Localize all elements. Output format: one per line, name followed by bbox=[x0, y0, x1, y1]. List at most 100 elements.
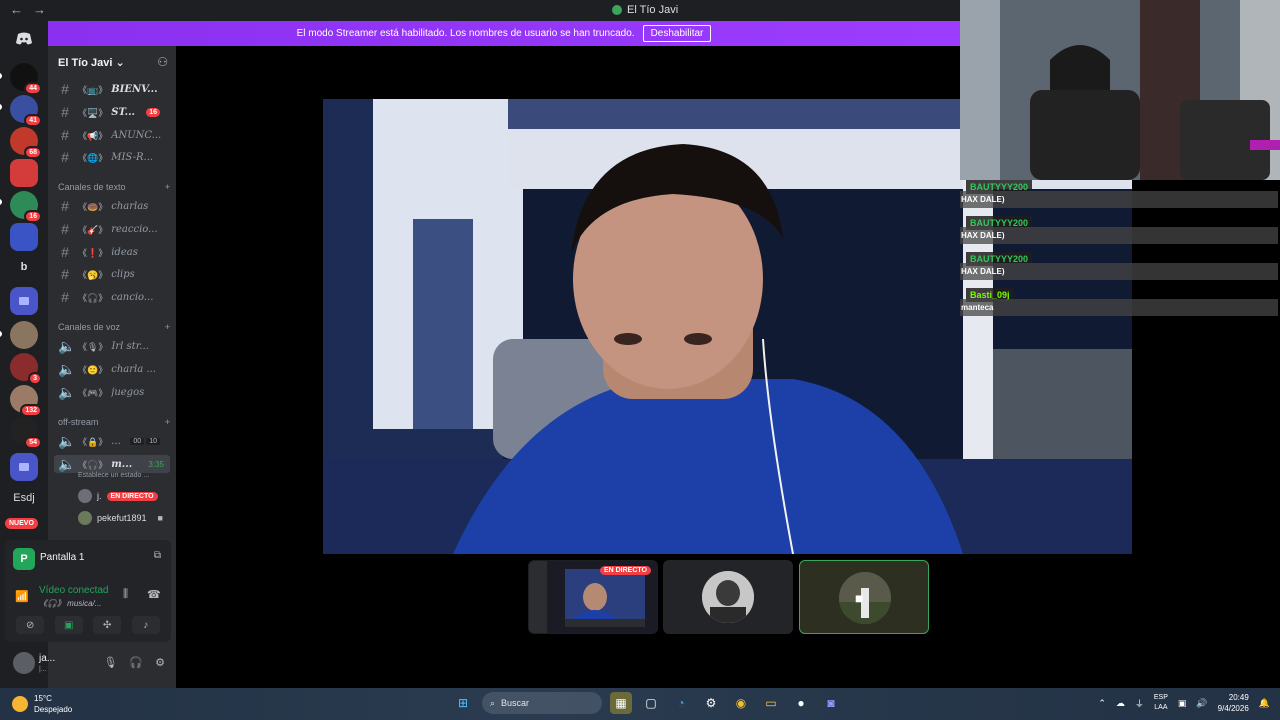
hash-icon: # bbox=[61, 198, 69, 214]
user-count: 00 bbox=[130, 437, 145, 445]
channel-emoji: 《📺》 bbox=[78, 84, 108, 95]
avatar bbox=[78, 489, 92, 503]
invite-people-icon[interactable]: ⚇ bbox=[157, 55, 168, 69]
channel-status[interactable]: Establece un estado ... bbox=[78, 472, 149, 479]
noise-suppression-icon[interactable]: ⫼ bbox=[123, 588, 128, 601]
voice-channel-item[interactable]: 🔈 《🔒》... 00 10 bbox=[58, 432, 170, 450]
network-icon[interactable]: ▣ bbox=[1178, 698, 1187, 709]
channel-item[interactable]: # 《📺》 BIENV... bbox=[58, 80, 170, 98]
steam-icon[interactable]: ⚙ bbox=[700, 692, 722, 714]
add-channel-icon[interactable]: + bbox=[165, 417, 170, 427]
server-icon-4[interactable] bbox=[10, 159, 38, 187]
connection-status: Vídeo conectad bbox=[39, 585, 109, 596]
notification-icon[interactable]: 🔔 bbox=[1259, 698, 1270, 709]
folder-icon[interactable] bbox=[10, 453, 38, 481]
usb-icon[interactable]: ⏚ bbox=[1135, 697, 1144, 710]
weather-condition: Despejado bbox=[34, 705, 73, 714]
discord-home-icon[interactable] bbox=[10, 25, 38, 53]
task-view-icon[interactable]: ▢ bbox=[640, 692, 662, 714]
category-off-stream[interactable]: off-stream + bbox=[58, 417, 170, 427]
volume-icon[interactable]: 🔊 bbox=[1196, 698, 1207, 709]
obs-icon[interactable]: ● bbox=[790, 692, 812, 714]
channel-item[interactable]: # 《📢》 ANUNC... bbox=[58, 126, 170, 144]
server-icon-8[interactable] bbox=[10, 321, 38, 349]
disconnect-icon[interactable]: ☎ bbox=[147, 588, 161, 601]
channel-emoji: 《🎧》 bbox=[78, 292, 108, 303]
channel-emoji: 《🌐》 bbox=[78, 152, 108, 163]
headphones-icon[interactable]: 🎧 bbox=[129, 656, 143, 669]
activities-icon[interactable]: ✣ bbox=[93, 616, 122, 634]
voice-channel-item[interactable]: 🔈 《🙂》 charla ... bbox=[58, 360, 170, 378]
nav-arrows[interactable]: ←→ bbox=[10, 2, 56, 17]
language-indicator[interactable]: ESP LAA bbox=[1154, 693, 1168, 713]
voice-channel-item[interactable]: 🔈 《🎙》 Irl str... bbox=[58, 337, 170, 355]
server-icon-5[interactable]: 16 bbox=[10, 191, 42, 223]
participant-tile[interactable] bbox=[663, 560, 793, 634]
banner-text: El modo Streamer está habilitado. Los no… bbox=[296, 28, 635, 39]
edge-icon[interactable]: ◔ bbox=[670, 692, 692, 714]
microphone-icon[interactable]: 🎙 bbox=[103, 656, 117, 669]
soundboard-icon[interactable]: ♪ bbox=[131, 616, 160, 634]
participant-tile-active[interactable]: ■ bbox=[799, 560, 929, 634]
voice-channel-item[interactable]: 🔈 《🎮》 juegos bbox=[58, 383, 170, 401]
share-screen-icon[interactable]: ▣ bbox=[54, 616, 83, 634]
channel-name: ... bbox=[111, 435, 121, 447]
clock[interactable]: 20:49 9/4/2026 bbox=[1218, 692, 1249, 714]
server-icon-2[interactable]: 41 bbox=[10, 95, 42, 127]
add-channel-icon[interactable]: + bbox=[165, 182, 170, 192]
chevron-up-icon[interactable]: ⌃ bbox=[1098, 698, 1106, 709]
avatar[interactable] bbox=[13, 652, 35, 674]
server-icon-6[interactable] bbox=[10, 223, 38, 251]
discord-taskbar-icon[interactable]: ◙ bbox=[820, 692, 842, 714]
file-explorer-icon[interactable]: ▭ bbox=[760, 692, 782, 714]
user-limit-count: 10 bbox=[146, 437, 160, 445]
add-channel-icon[interactable]: + bbox=[165, 322, 170, 332]
channel-item[interactable]: # 《🍩》 charlas bbox=[58, 197, 170, 215]
folder-icon[interactable] bbox=[10, 287, 38, 315]
signal-icon[interactable]: 📶 bbox=[15, 590, 29, 603]
onedrive-icon[interactable]: ☁ bbox=[1116, 698, 1125, 709]
live-badge: EN DIRECTO bbox=[106, 491, 158, 501]
channel-item[interactable]: # 《🖥️》 ST... 16 bbox=[58, 103, 170, 121]
hash-icon: # bbox=[61, 127, 69, 143]
chrome-icon[interactable]: ◉ bbox=[730, 692, 752, 714]
language-code: ESP bbox=[1153, 694, 1168, 701]
server-text-icon[interactable]: Esdj bbox=[6, 492, 42, 504]
server-icon-9[interactable]: 3 bbox=[10, 353, 42, 385]
widgets-icon[interactable]: ▦ bbox=[610, 692, 632, 714]
channel-item[interactable]: # 《🎧》 cancio... bbox=[58, 288, 170, 306]
channel-item[interactable]: # 《🎸》 reaccio... bbox=[58, 220, 170, 238]
server-name-text: El Tío Javi bbox=[58, 57, 113, 69]
taskbar-search[interactable]: ⌕ Buscar bbox=[482, 692, 602, 714]
voice-channel-item-active[interactable]: 🔈 《🎧》 m... 3:35 bbox=[54, 455, 170, 473]
gear-icon[interactable]: ⚙ bbox=[155, 656, 165, 669]
channel-emoji: 《🥱》 bbox=[78, 269, 108, 280]
server-icon-1[interactable]: 44 bbox=[10, 63, 42, 95]
channel-item[interactable]: # 《🥱》 clips bbox=[58, 265, 170, 283]
channel-emoji: 《❗》 bbox=[78, 247, 108, 258]
channel-item[interactable]: # 《🌐》 MIS-R... bbox=[58, 148, 170, 166]
connected-channel[interactable]: 《🎧》 musica/... bbox=[39, 598, 101, 609]
server-icon-7[interactable]: b bbox=[6, 261, 42, 273]
channel-item[interactable]: # 《❗》 ideas bbox=[58, 243, 170, 261]
camera-off-icon[interactable]: ⊘ bbox=[16, 616, 45, 634]
category-voice-channels[interactable]: Canales de voz + bbox=[58, 322, 170, 332]
screen-share-avatar: P bbox=[13, 548, 35, 570]
voice-user[interactable]: pekefut1891 ■ bbox=[78, 511, 168, 525]
voice-user[interactable]: j. EN DIRECTO bbox=[78, 489, 168, 503]
system-tray: ⌃ ☁ ⏚ ESP LAA ▣ 🔊 20:49 9/4/2026 🔔 bbox=[1098, 692, 1270, 714]
live-badge: EN DIRECTO bbox=[599, 566, 651, 575]
camera-off-icon: ■ bbox=[855, 590, 864, 606]
popout-icon[interactable]: ⧉ bbox=[154, 550, 161, 561]
server-icon-10[interactable]: 132 bbox=[10, 385, 42, 417]
chevron-down-icon: ⌄ bbox=[115, 57, 125, 69]
windows-start-icon[interactable]: ⊞ bbox=[452, 692, 474, 714]
server-icon-11[interactable]: 54 bbox=[10, 417, 42, 449]
server-icon-3[interactable]: 68 bbox=[10, 127, 42, 159]
server-name[interactable]: El Tío Javi ⌄ bbox=[58, 56, 125, 69]
weather-widget[interactable]: 15°C Despejado bbox=[12, 693, 72, 715]
category-text-channels[interactable]: Canales de texto + bbox=[58, 182, 170, 192]
participant-tile-stream[interactable]: EN DIRECTO bbox=[528, 560, 658, 634]
hash-icon: # bbox=[61, 149, 69, 165]
disable-streamer-button[interactable]: Deshabilitar bbox=[642, 25, 712, 42]
